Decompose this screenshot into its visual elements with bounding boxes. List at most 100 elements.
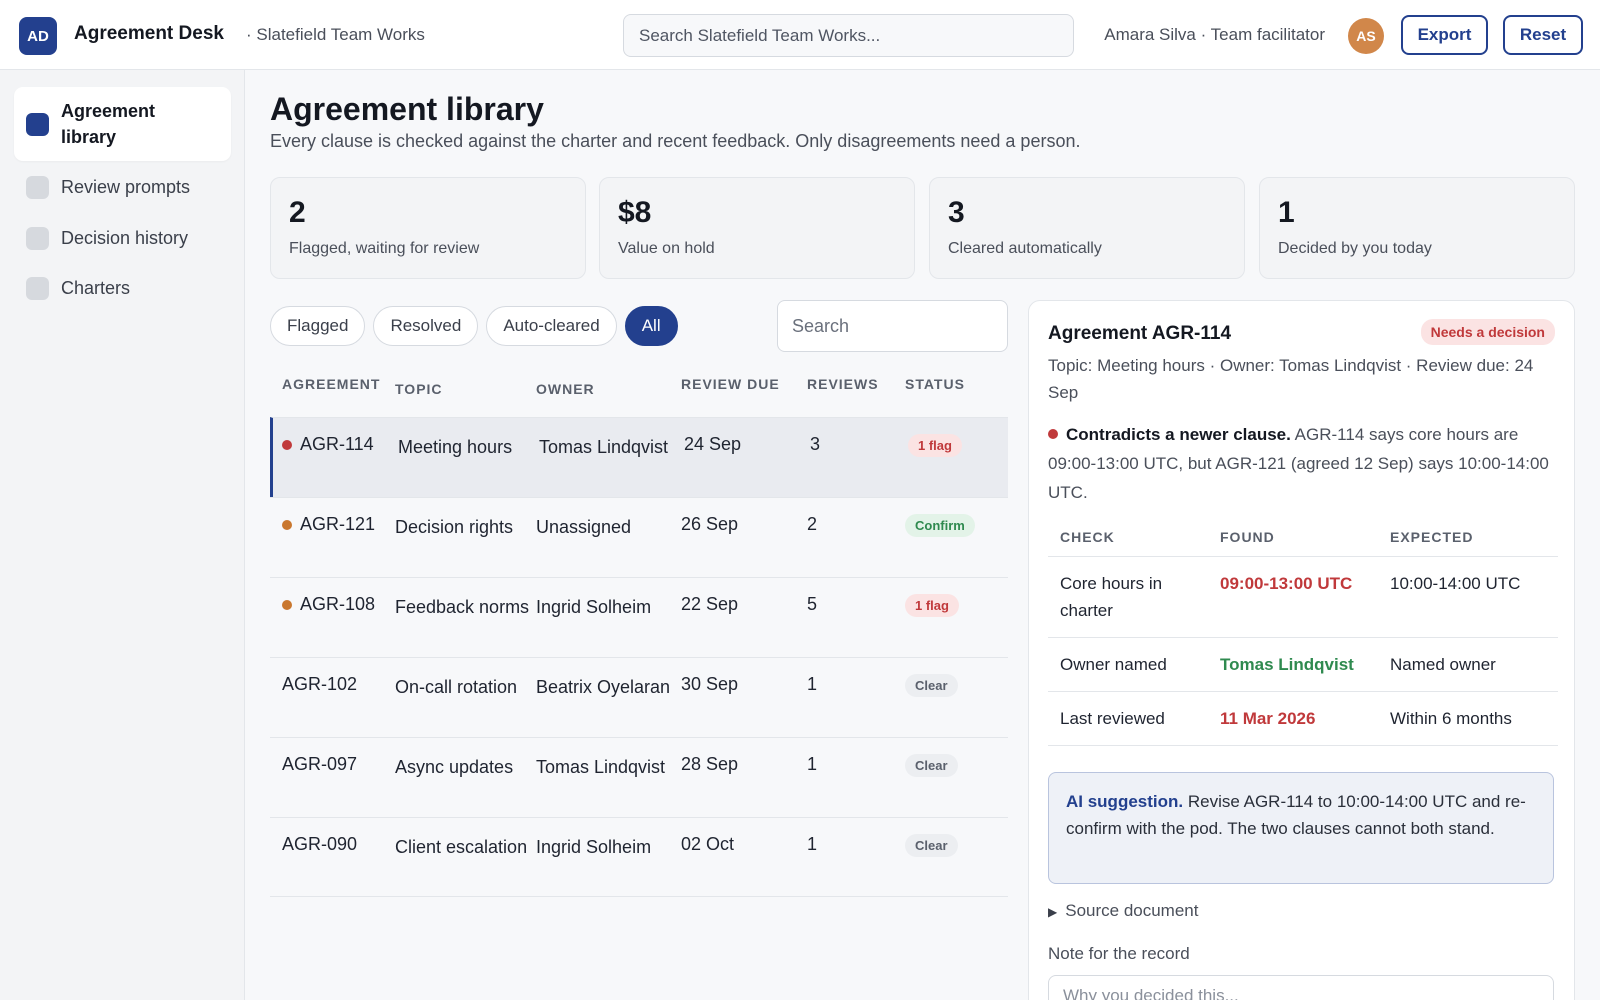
table-header: AGREEMENT TOPIC OWNER REVIEW DUE REVIEWS… — [270, 366, 1008, 417]
check-row: Core hours in charter 09:00-13:00 UTC 10… — [1048, 556, 1558, 638]
agreement-id: AGR-090 — [282, 834, 358, 854]
global-search-input[interactable] — [623, 14, 1074, 57]
status-badge: Clear — [905, 754, 958, 777]
sidebar-item-label: Review prompts — [61, 177, 191, 197]
sidebar-item-decision-history[interactable]: Decision history — [14, 220, 231, 256]
review-due-cell: 28 Sep — [681, 754, 739, 774]
stat-caption: Value on hold — [618, 240, 715, 257]
table-row[interactable]: AGR-108 Feedback norms Ingrid Solheim 22 Se… — [270, 577, 1008, 657]
check-found: 11 Mar 2026 — [1208, 691, 1378, 746]
topic-cell: On-call rotation — [395, 677, 518, 697]
agreement-id-cell: AGR-102 — [270, 674, 395, 737]
source-document-label: Source document — [1065, 901, 1199, 920]
sidebar-item-agreement-library[interactable]: Agreement library — [14, 87, 231, 161]
sidebar: Agreement library Review prompts Decisio… — [0, 70, 245, 1000]
check-expected: 10:00-14:00 UTC — [1378, 556, 1558, 638]
detail-meta: Topic: Meeting hours · Owner: Tomas Lind… — [1048, 356, 1534, 402]
filter-all[interactable]: All — [624, 306, 678, 346]
filter-flagged[interactable]: Flagged — [270, 306, 366, 346]
owner-cell: Unassigned — [536, 517, 632, 537]
status-dot-icon — [282, 520, 292, 530]
sidebar-item-review-prompts[interactable]: Review prompts — [14, 169, 231, 205]
agreement-id: AGR-102 — [282, 674, 358, 694]
agreement-id: AGR-121 — [300, 514, 376, 534]
sidebar-item-charters[interactable]: Charters — [14, 270, 231, 306]
agreement-id-cell: AGR-108 — [270, 594, 395, 657]
agreement-id-cell: AGR-114 — [273, 434, 398, 497]
charters-icon — [26, 276, 49, 300]
note-label: Note for the record — [1048, 944, 1190, 963]
reviews-cell: 1 — [807, 754, 818, 774]
agreement-id: AGR-097 — [282, 754, 358, 774]
check-expected: Named owner — [1378, 637, 1558, 692]
col-review-due[interactable]: REVIEW DUE — [681, 376, 807, 403]
review-due-cell: 26 Sep — [681, 514, 739, 534]
table-row[interactable]: AGR-097 Async updates Tomas Lindqvist 28 Se… — [270, 737, 1008, 817]
topic-cell: Meeting hours — [398, 437, 513, 457]
filter-resolved[interactable]: Resolved — [373, 306, 479, 346]
stat-caption: Decided by you today — [1278, 240, 1432, 257]
status-cell: Clear — [905, 834, 1005, 896]
status-badge: Clear — [905, 674, 958, 697]
alert-dot-icon — [1048, 429, 1058, 439]
col-reviews[interactable]: REVIEWS — [807, 376, 905, 403]
stat-value: 2 — [289, 196, 306, 229]
stat-caption: Cleared automatically — [948, 240, 1102, 257]
status-dot-icon — [282, 600, 292, 610]
issue-summary: Contradicts a newer clause. AGR-114 says… — [1048, 420, 1558, 507]
status-badge: 1 flag — [905, 594, 959, 617]
review-prompts-icon — [26, 175, 49, 199]
stat-card-value-on-hold: $8 Value on hold — [599, 177, 915, 279]
issue-heading: Contradicts a newer clause. — [1066, 425, 1291, 444]
list-search-input[interactable] — [777, 300, 1008, 352]
check-name: Owner named — [1048, 637, 1208, 692]
status-cell: Clear — [905, 674, 1005, 737]
table-row[interactable]: AGR-114 Meeting hours Tomas Lindqvist 24 Se… — [270, 417, 1008, 497]
agreement-id-cell: AGR-097 — [270, 754, 395, 817]
col-expected: EXPECTED — [1378, 529, 1558, 557]
workspace-name: · Slatefield Team Works — [246, 25, 425, 44]
col-topic[interactable]: TOPIC — [395, 376, 536, 403]
avatar[interactable]: AS — [1348, 18, 1384, 54]
stat-caption: Flagged, waiting for review — [289, 240, 480, 257]
col-owner[interactable]: OWNER — [536, 376, 681, 403]
app-logo: AD — [19, 17, 57, 55]
checks-table: CHECK FOUND EXPECTED Core hours in chart… — [1048, 529, 1558, 746]
filter-chips: Flagged Resolved Auto-cleared All — [270, 306, 678, 346]
user-label: Amara Silva · Team facilitator — [1104, 25, 1325, 44]
col-status[interactable]: STATUS — [905, 376, 1005, 403]
table-row[interactable]: AGR-121 Decision rights Unassigned 26 Sep 2 C… — [270, 497, 1008, 577]
review-due-cell: 22 Sep — [681, 594, 739, 614]
status-cell: Confirm — [905, 514, 1005, 577]
topic-cell: Feedback norms — [395, 597, 530, 617]
check-name: Last reviewed — [1048, 691, 1208, 746]
app-title: Agreement Desk — [74, 23, 224, 44]
export-button[interactable]: Export — [1401, 15, 1488, 55]
status-badge: Confirm — [905, 514, 975, 537]
topic-cell: Decision rights — [395, 517, 514, 537]
sidebar-item-label: Decision history — [61, 228, 189, 248]
reviews-cell: 3 — [810, 434, 821, 454]
table-row[interactable]: AGR-090 Client escalation Ingrid Solheim 02… — [270, 817, 1008, 897]
filter-auto-cleared[interactable]: Auto-cleared — [486, 306, 617, 346]
disclosure-triangle-icon: ▶ — [1048, 905, 1058, 919]
page-title: Agreement library — [270, 91, 544, 127]
source-document-toggle[interactable]: ▶ Source document — [1048, 901, 1198, 921]
reset-button[interactable]: Reset — [1503, 15, 1583, 55]
detail-title: Agreement AGR-114 — [1048, 323, 1232, 344]
topic-cell: Async updates — [395, 757, 514, 777]
review-due-cell: 30 Sep — [681, 674, 739, 694]
agreement-library-icon — [26, 112, 49, 136]
table-row[interactable]: AGR-102 On-call rotation Beatrix Oyelaran 3… — [270, 657, 1008, 737]
reviews-cell: 1 — [807, 834, 818, 854]
note-field[interactable] — [1048, 975, 1554, 1000]
ai-suggestion-heading: AI suggestion. — [1066, 792, 1184, 811]
col-agreement[interactable]: AGREEMENT — [270, 376, 395, 403]
agreements-table: AGREEMENT TOPIC OWNER REVIEW DUE REVIEWS… — [270, 366, 1008, 897]
status-badge: 1 flag — [908, 434, 962, 457]
status-badge: Needs a decision — [1420, 319, 1555, 345]
owner-cell: Tomas Lindqvist — [536, 757, 666, 777]
owner-cell: Ingrid Solheim — [536, 837, 652, 857]
stat-value: 1 — [1278, 196, 1295, 229]
check-found: Tomas Lindqvist — [1208, 637, 1378, 692]
